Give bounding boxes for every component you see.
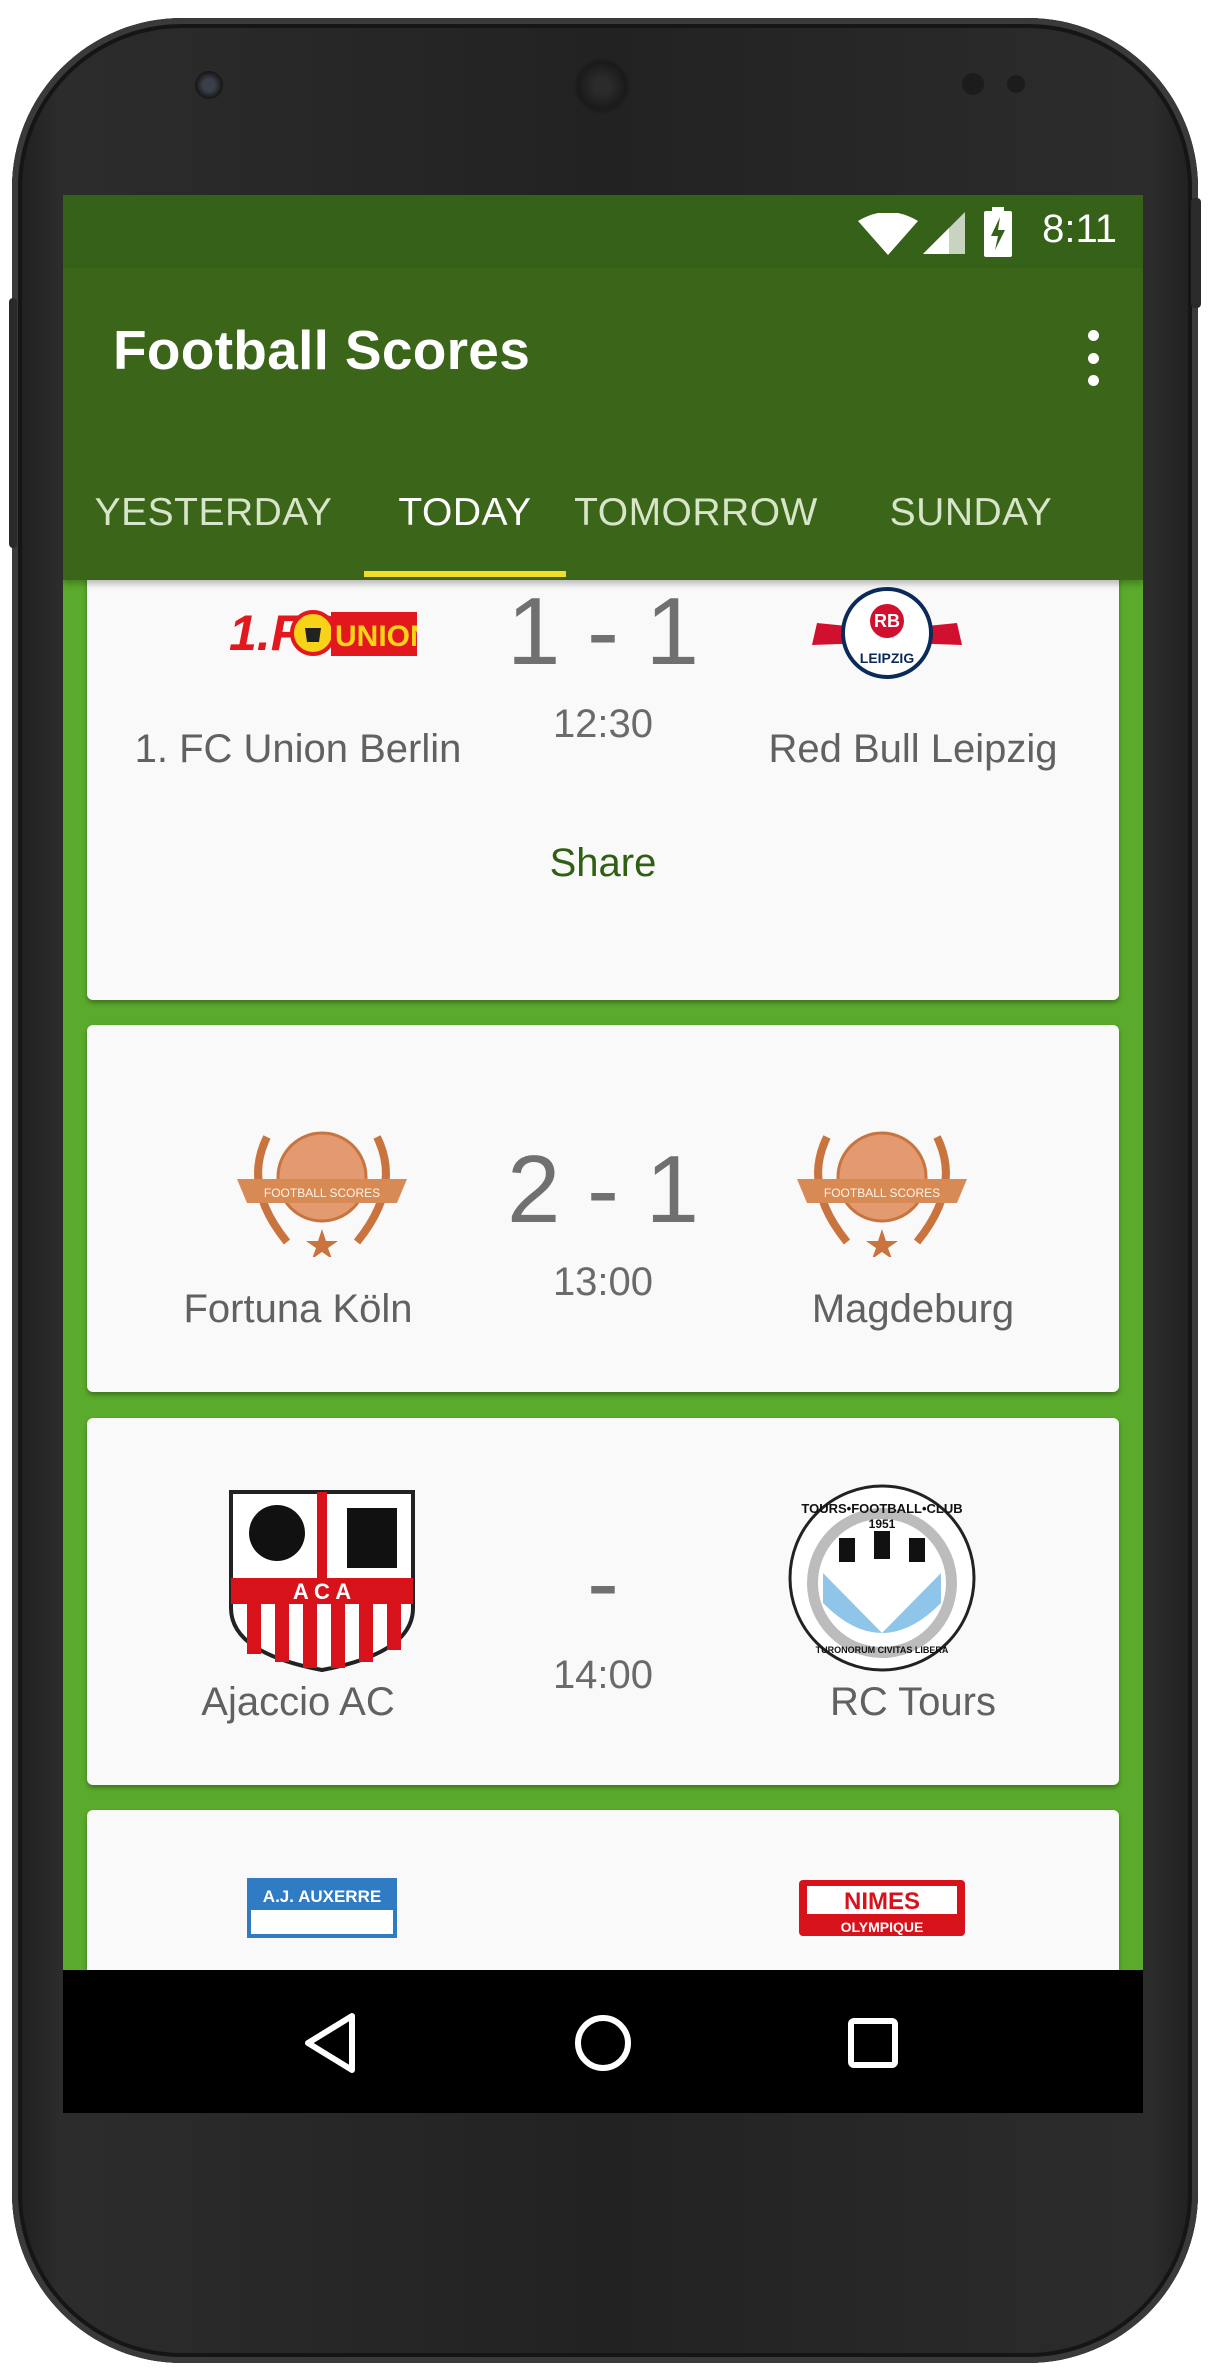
match-card[interactable]: A C A Ajaccio AC - 14:00 TOURS•FOOTBALL•… — [87, 1418, 1119, 1785]
home-team-name: 1. FC Union Berlin — [134, 727, 462, 771]
home-team-name: Ajaccio AC — [201, 1680, 395, 1724]
system-nav-bar — [63, 1970, 1143, 2113]
nimes-crest: NIMES OLYMPIQUE — [799, 1880, 965, 1936]
svg-text:1951: 1951 — [869, 1517, 896, 1531]
svg-text:FOOTBALL SCORES: FOOTBALL SCORES — [824, 1186, 940, 1200]
ajaccio-crest: A C A — [229, 1490, 415, 1673]
away-team-name: Magdeburg — [811, 1287, 1015, 1331]
svg-text:A.J. AUXERRE: A.J. AUXERRE — [263, 1887, 381, 1906]
recents-icon[interactable] — [828, 1998, 918, 2088]
match-score: - — [587, 1529, 619, 1636]
svg-text:TURONORUM CIVITAS LIBERA: TURONORUM CIVITAS LIBERA — [816, 1645, 949, 1655]
battery-charging-icon — [984, 207, 1012, 257]
back-icon[interactable] — [288, 1998, 378, 2088]
svg-text:UNION: UNION — [335, 620, 417, 653]
svg-text:LEIPZIG: LEIPZIG — [860, 650, 915, 666]
light-sensor — [1007, 75, 1025, 93]
match-card[interactable]: FOOTBALL SCORES Fortuna Köln 2 - 1 13:00… — [87, 1025, 1119, 1392]
overflow-menu-icon[interactable] — [1083, 330, 1103, 386]
earpiece-speaker — [574, 58, 630, 114]
tours-fc-crest: TOURS•FOOTBALL•CLUB 1951 TURONORUM CIVIT… — [788, 1484, 976, 1672]
tab-bar: YESTERDAY TODAY TOMORROW SUNDAY — [63, 446, 1143, 580]
cell-signal-icon — [923, 212, 965, 254]
home-icon[interactable] — [558, 1998, 648, 2088]
share-button[interactable]: Share — [453, 841, 753, 886]
rb-leipzig-crest: RB LEIPZIG — [812, 587, 962, 679]
match-score: 2 - 1 — [506, 1136, 700, 1243]
svg-text:TOURS•FOOTBALL•CLUB: TOURS•FOOTBALL•CLUB — [801, 1501, 962, 1516]
status-bar: 8:11 — [63, 195, 1143, 268]
football-scores-placeholder-crest: FOOTBALL SCORES — [237, 1131, 407, 1257]
svg-text:FOOTBALL SCORES: FOOTBALL SCORES — [264, 1186, 380, 1200]
svg-text:OLYMPIQUE: OLYMPIQUE — [841, 1919, 924, 1935]
status-time: 8:11 — [1042, 207, 1117, 251]
screen: 8:11 Football Scores YESTERDAY TODAY TOM… — [63, 195, 1143, 2113]
home-team-name: Fortuna Köln — [183, 1287, 413, 1331]
tab-yesterday[interactable]: YESTERDAY — [63, 446, 364, 580]
side-button — [9, 318, 17, 548]
wifi-icon — [858, 213, 918, 255]
football-scores-placeholder-crest: FOOTBALL SCORES — [797, 1131, 967, 1257]
match-card[interactable]: 1.FC UNION 1. FC Union Berlin 1 - 1 12:3… — [87, 545, 1119, 1000]
match-score: 1 - 1 — [506, 578, 700, 685]
tab-today[interactable]: TODAY — [364, 446, 566, 580]
svg-text:NIMES: NIMES — [844, 1888, 920, 1915]
svg-text:RB: RB — [874, 611, 900, 631]
front-camera — [195, 71, 223, 99]
app-title: Football Scores — [113, 319, 531, 381]
svg-text:A C A: A C A — [293, 1579, 351, 1604]
union-berlin-crest: 1.FC UNION — [229, 605, 417, 661]
tab-tomorrow[interactable]: TOMORROW — [566, 446, 826, 580]
tab-indicator — [364, 571, 566, 577]
side-button — [1191, 198, 1201, 308]
away-team-name: RC Tours — [830, 1680, 996, 1724]
tab-sunday[interactable]: SUNDAY — [826, 446, 1116, 580]
app-bar: Football Scores YESTERDAY TODAY TOMORROW… — [63, 268, 1143, 580]
away-team-name: Red Bull Leipzig — [768, 727, 1058, 771]
proximity-sensor — [962, 73, 984, 95]
auxerre-crest: A.J. AUXERRE — [247, 1878, 397, 1938]
